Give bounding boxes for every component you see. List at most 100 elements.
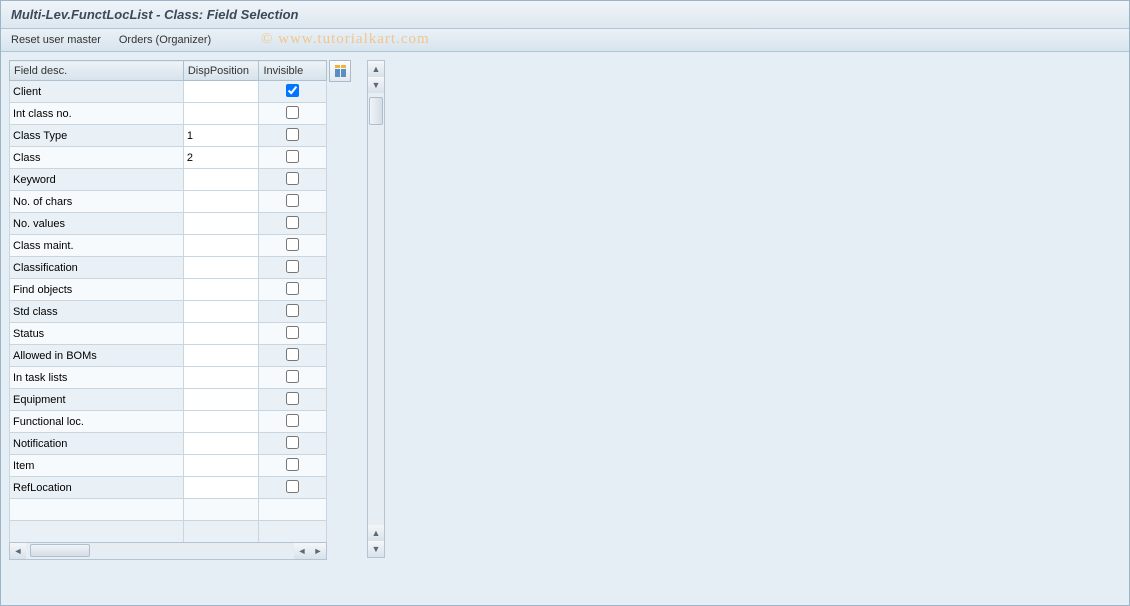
invisible-cell: [259, 257, 327, 279]
field-desc-cell[interactable]: RefLocation: [10, 477, 184, 499]
field-desc-cell[interactable]: Class: [10, 147, 184, 169]
disp-position-input[interactable]: [184, 103, 259, 124]
disp-position-input[interactable]: [184, 411, 259, 432]
field-desc-cell[interactable]: Class Type: [10, 125, 184, 147]
col-header-field-desc[interactable]: Field desc.: [10, 61, 184, 81]
disp-position-input[interactable]: [184, 345, 259, 366]
scroll-down-alt-button[interactable]: ▲: [368, 525, 384, 541]
invisible-checkbox[interactable]: [286, 194, 299, 207]
app-window: Multi-Lev.FunctLocList - Class: Field Se…: [0, 0, 1130, 606]
table-settings-button[interactable]: [329, 60, 351, 82]
invisible-cell: [259, 455, 327, 477]
invisible-cell: [259, 213, 327, 235]
field-desc-cell[interactable]: Std class: [10, 301, 184, 323]
disp-position-input[interactable]: [184, 301, 259, 322]
table-row: Int class no.: [10, 103, 327, 125]
disp-position-input[interactable]: [184, 191, 259, 212]
field-desc-cell[interactable]: Client: [10, 81, 184, 103]
col-header-invisible[interactable]: Invisible: [259, 61, 327, 81]
reset-user-master-button[interactable]: Reset user master: [11, 34, 101, 46]
field-desc-cell[interactable]: Item: [10, 455, 184, 477]
scroll-track-horizontal[interactable]: [26, 543, 294, 559]
invisible-checkbox[interactable]: [286, 480, 299, 493]
field-desc-cell[interactable]: In task lists: [10, 367, 184, 389]
table-row: Find objects: [10, 279, 327, 301]
invisible-checkbox[interactable]: [286, 458, 299, 471]
table-row: No. of chars: [10, 191, 327, 213]
disp-position-input[interactable]: [184, 279, 259, 300]
field-desc-cell[interactable]: Find objects: [10, 279, 184, 301]
disp-position-input[interactable]: [184, 213, 259, 234]
table-row: Classification: [10, 257, 327, 279]
vertical-scrollbar[interactable]: ▲ ▼ ▲ ▼: [367, 60, 385, 558]
invisible-checkbox[interactable]: [286, 326, 299, 339]
disp-position-cell: [183, 411, 259, 433]
invisible-checkbox[interactable]: [286, 392, 299, 405]
scroll-thumb-horizontal[interactable]: [30, 544, 90, 557]
invisible-checkbox[interactable]: [286, 436, 299, 449]
invisible-checkbox[interactable]: [286, 216, 299, 229]
invisible-checkbox[interactable]: [286, 260, 299, 273]
disp-position-input[interactable]: [184, 81, 259, 102]
field-desc-cell[interactable]: Classification: [10, 257, 184, 279]
disp-position-input[interactable]: [184, 169, 259, 190]
table-row: Status: [10, 323, 327, 345]
invisible-checkbox[interactable]: [286, 282, 299, 295]
invisible-cell: [259, 367, 327, 389]
table-row: Keyword: [10, 169, 327, 191]
invisible-checkbox[interactable]: [286, 128, 299, 141]
scroll-up-alt-button[interactable]: ▼: [368, 77, 384, 93]
col-header-disp-position[interactable]: DispPosition: [183, 61, 259, 81]
table-row: Notification: [10, 433, 327, 455]
invisible-checkbox[interactable]: [286, 304, 299, 317]
scroll-down-button[interactable]: ▼: [368, 541, 384, 557]
invisible-checkbox[interactable]: [286, 172, 299, 185]
disp-position-input[interactable]: [184, 389, 259, 410]
disp-position-cell: [183, 257, 259, 279]
horizontal-scrollbar[interactable]: ◄ ◄ ►: [9, 542, 327, 560]
field-desc-cell[interactable]: Int class no.: [10, 103, 184, 125]
scroll-track-vertical[interactable]: [368, 93, 384, 525]
toolbar: Reset user master Orders (Organizer) © w…: [1, 29, 1129, 52]
invisible-checkbox[interactable]: [286, 348, 299, 361]
disp-position-input[interactable]: [184, 235, 259, 256]
empty-cell: [259, 521, 327, 543]
field-desc-cell[interactable]: Class maint.: [10, 235, 184, 257]
orders-organizer-button[interactable]: Orders (Organizer): [119, 34, 211, 46]
invisible-checkbox[interactable]: [286, 238, 299, 251]
scroll-thumb-vertical[interactable]: [369, 97, 383, 125]
table-row: RefLocation: [10, 477, 327, 499]
disp-position-input[interactable]: [184, 455, 259, 476]
invisible-checkbox[interactable]: [286, 414, 299, 427]
disp-position-input[interactable]: [184, 477, 259, 498]
field-desc-cell[interactable]: Status: [10, 323, 184, 345]
disp-position-input[interactable]: [184, 323, 259, 344]
disp-position-input[interactable]: [184, 257, 259, 278]
invisible-checkbox[interactable]: [286, 84, 299, 97]
invisible-checkbox[interactable]: [286, 106, 299, 119]
disp-position-input[interactable]: [184, 433, 259, 454]
disp-position-input[interactable]: [184, 125, 259, 146]
table-row: In task lists: [10, 367, 327, 389]
disp-position-input[interactable]: [184, 147, 259, 168]
invisible-checkbox[interactable]: [286, 370, 299, 383]
invisible-cell: [259, 433, 327, 455]
table-row: Functional loc.: [10, 411, 327, 433]
scroll-left-inner-button[interactable]: ◄: [294, 543, 310, 559]
field-desc-cell[interactable]: Equipment: [10, 389, 184, 411]
field-desc-cell[interactable]: No. values: [10, 213, 184, 235]
table-row: Class maint.: [10, 235, 327, 257]
field-desc-cell[interactable]: No. of chars: [10, 191, 184, 213]
invisible-checkbox[interactable]: [286, 150, 299, 163]
scroll-left-button[interactable]: ◄: [10, 543, 26, 559]
disp-position-cell: [183, 433, 259, 455]
field-desc-cell[interactable]: Allowed in BOMs: [10, 345, 184, 367]
disp-position-cell: [183, 81, 259, 103]
disp-position-input[interactable]: [184, 367, 259, 388]
field-desc-cell[interactable]: Functional loc.: [10, 411, 184, 433]
field-desc-cell[interactable]: Notification: [10, 433, 184, 455]
scroll-right-button[interactable]: ►: [310, 543, 326, 559]
content-area: Field desc. DispPosition Invisible Clien…: [1, 52, 1129, 596]
scroll-up-button[interactable]: ▲: [368, 61, 384, 77]
field-desc-cell[interactable]: Keyword: [10, 169, 184, 191]
